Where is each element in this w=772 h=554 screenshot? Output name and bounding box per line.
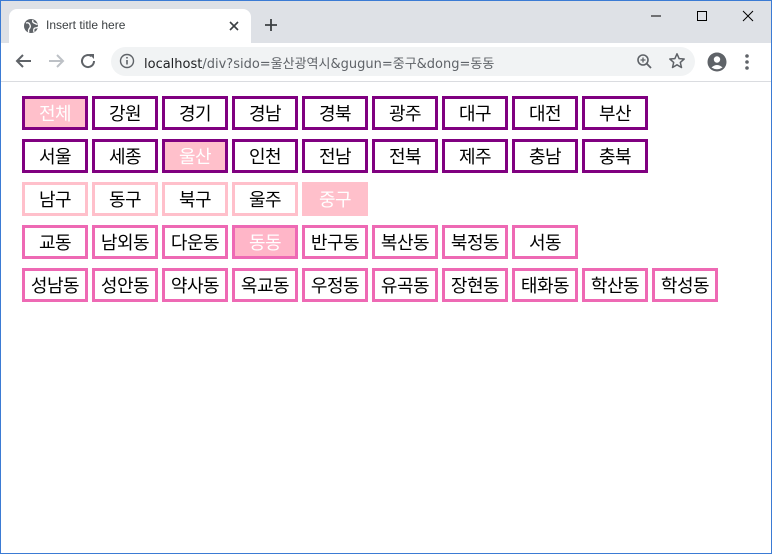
dong-button[interactable]: 약사동 (162, 268, 228, 302)
page-content: 전체 강원 경기 경남 경북 광주 대구 대전 부산 서울 세종 울산 인천 전… (1, 82, 771, 553)
minimize-button[interactable] (633, 1, 679, 31)
sido-button[interactable]: 충북 (582, 139, 648, 173)
url-host: localhost (144, 57, 203, 72)
forward-arrow-icon[interactable] (46, 51, 66, 71)
sido-button[interactable]: 세종 (92, 139, 158, 173)
gugun-button[interactable]: 동구 (92, 182, 158, 216)
dong-button[interactable]: 교동 (22, 225, 88, 259)
url-path: /div?sido=울산광역시&gugun=중구&dong=동동 (202, 57, 495, 72)
info-icon[interactable] (119, 53, 135, 69)
browser-window: Insert title here localhost/div?sido=울산광… (0, 0, 772, 554)
bookmark-star-icon[interactable] (668, 52, 686, 70)
dong-button[interactable]: 성안동 (92, 268, 158, 302)
url-text[interactable]: localhost/div?sido=울산광역시&gugun=중구&dong=동… (144, 53, 494, 72)
dong-button[interactable]: 남외동 (92, 225, 158, 259)
sido-button[interactable]: 강원 (92, 96, 158, 130)
dong-button[interactable]: 장현동 (442, 268, 508, 302)
browser-tab[interactable]: Insert title here (9, 9, 251, 43)
window-close-icon (742, 10, 754, 22)
dong-button[interactable]: 태화동 (512, 268, 578, 302)
dong-button[interactable]: 우정동 (302, 268, 368, 302)
dong-button[interactable]: 서동 (512, 225, 578, 259)
dong-button[interactable]: 성남동 (22, 268, 88, 302)
dong-button[interactable]: 동동 (232, 225, 298, 259)
close-tab-icon[interactable] (227, 19, 241, 33)
sido-button[interactable]: 전체 (22, 96, 88, 130)
sido-button[interactable]: 부산 (582, 96, 648, 130)
maximize-icon (697, 11, 707, 21)
sido-button[interactable]: 전남 (302, 139, 368, 173)
sido-button[interactable]: 충남 (512, 139, 578, 173)
window-close-button[interactable] (725, 1, 771, 31)
gugun-button[interactable]: 울주 (232, 182, 298, 216)
sido-button[interactable]: 대구 (442, 96, 508, 130)
reload-icon[interactable] (78, 51, 98, 71)
sido-button[interactable]: 서울 (22, 139, 88, 173)
dong-button[interactable]: 복산동 (372, 225, 438, 259)
profile-avatar-icon[interactable] (707, 52, 727, 72)
back-arrow-icon[interactable] (14, 51, 34, 71)
maximize-button[interactable] (679, 1, 725, 31)
sido-button[interactable]: 경북 (302, 96, 368, 130)
kebab-menu-icon[interactable] (743, 52, 751, 72)
gugun-button[interactable]: 남구 (22, 182, 88, 216)
dong-button[interactable]: 학성동 (652, 268, 718, 302)
title-bar: Insert title here (1, 1, 771, 43)
zoom-icon[interactable] (636, 53, 653, 70)
dong-button[interactable]: 반구동 (302, 225, 368, 259)
gugun-button[interactable]: 중구 (302, 182, 368, 216)
browser-toolbar: localhost/div?sido=울산광역시&gugun=중구&dong=동… (1, 43, 771, 82)
dong-button[interactable]: 옥교동 (232, 268, 298, 302)
sido-button[interactable]: 대전 (512, 96, 578, 130)
sido-button[interactable]: 제주 (442, 139, 508, 173)
gugun-button[interactable]: 북구 (162, 182, 228, 216)
new-tab-plus-icon[interactable] (263, 17, 279, 33)
address-bar[interactable]: localhost/div?sido=울산광역시&gugun=중구&dong=동… (111, 47, 695, 76)
dong-button[interactable]: 학산동 (582, 268, 648, 302)
tab-title: Insert title here (46, 18, 126, 32)
sido-button[interactable]: 경남 (232, 96, 298, 130)
dong-button[interactable]: 북정동 (442, 225, 508, 259)
globe-icon (24, 19, 39, 33)
sido-button[interactable]: 전북 (372, 139, 438, 173)
sido-button[interactable]: 광주 (372, 96, 438, 130)
sido-button[interactable]: 울산 (162, 139, 228, 173)
dong-button[interactable]: 다운동 (162, 225, 228, 259)
minimize-icon (651, 15, 661, 17)
sido-button[interactable]: 경기 (162, 96, 228, 130)
sido-button[interactable]: 인천 (232, 139, 298, 173)
dong-button[interactable]: 유곡동 (372, 268, 438, 302)
